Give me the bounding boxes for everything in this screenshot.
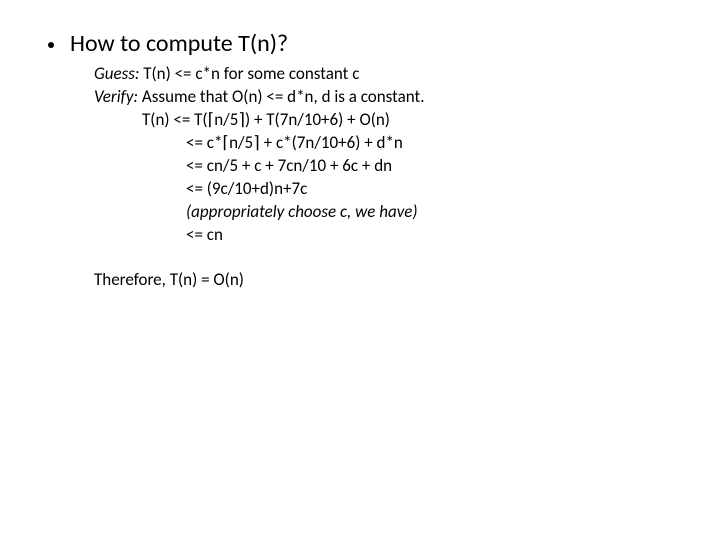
conclusion-text: Therefore, T(n) = O(n) bbox=[0, 269, 720, 290]
derivation-note: (appropriately choose c, we have) bbox=[94, 201, 720, 224]
headline-text: How to compute T(n)? bbox=[70, 28, 288, 59]
guess-label: Guess: bbox=[94, 63, 139, 84]
bullet-item: How to compute T(n)? bbox=[0, 28, 720, 59]
derivation-line-1: T(n) <= T(⌈n/5⌉) + T(7n/10+6) + O(n) bbox=[94, 109, 720, 132]
spacer bbox=[0, 247, 720, 269]
bullet-icon bbox=[48, 42, 54, 48]
proof-block: Guess: T(n) <= c*n for some constant c V… bbox=[0, 59, 720, 247]
derivation-line-3: <= cn/5 + c + 7cn/10 + 6c + dn bbox=[94, 155, 720, 178]
slide: How to compute T(n)? Guess: T(n) <= c*n … bbox=[0, 0, 720, 540]
verify-label: Verify: bbox=[94, 86, 138, 107]
guess-text: T(n) <= c*n for some constant c bbox=[139, 63, 359, 84]
verify-line: Verify: Assume that O(n) <= d*n, d is a … bbox=[94, 86, 720, 109]
guess-line: Guess: T(n) <= c*n for some constant c bbox=[94, 63, 720, 86]
derivation-line-2: <= c*⌈n/5⌉ + c*(7n/10+6) + d*n bbox=[94, 132, 720, 155]
derivation-line-5: <= cn bbox=[94, 224, 720, 247]
derivation-line-4: <= (9c/10+d)n+7c bbox=[94, 178, 720, 201]
verify-text: Assume that O(n) <= d*n, d is a constant… bbox=[138, 86, 424, 107]
